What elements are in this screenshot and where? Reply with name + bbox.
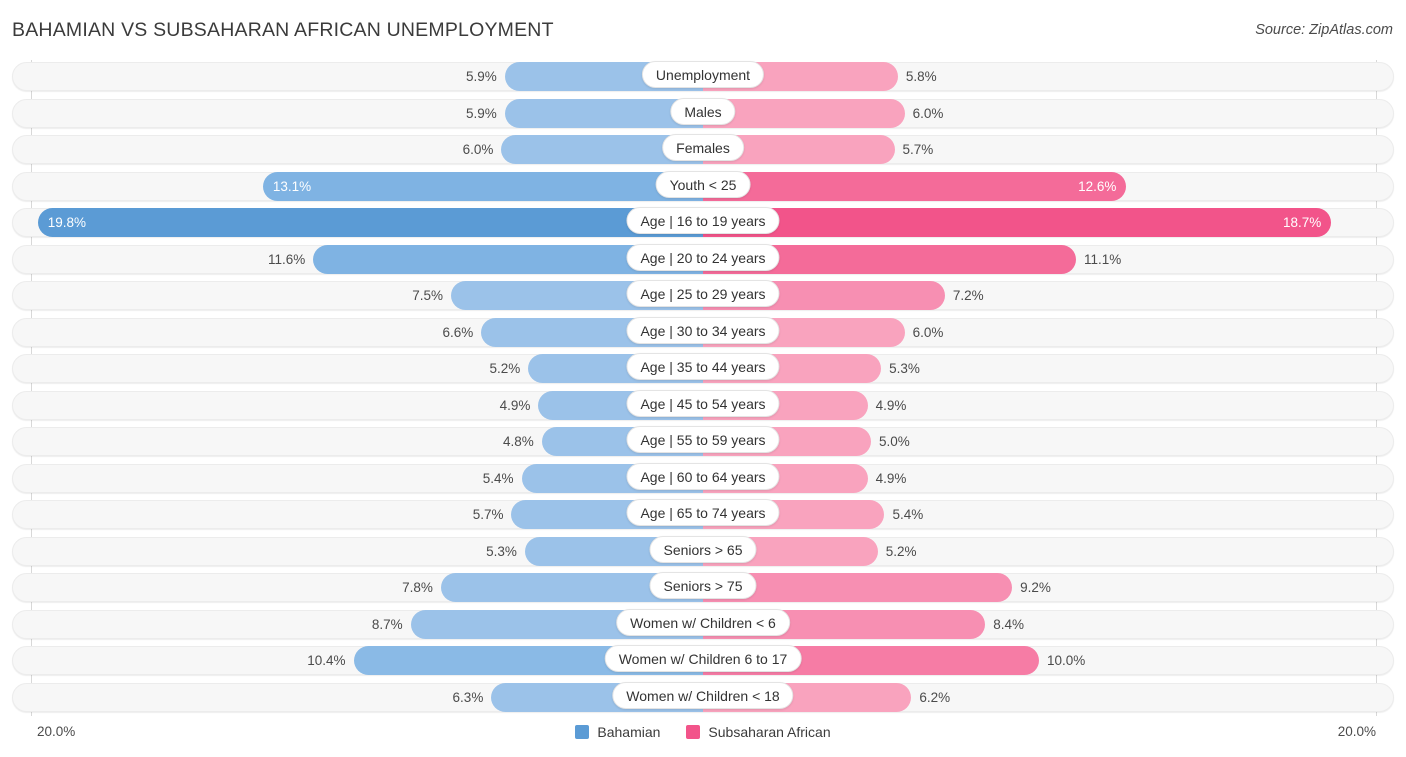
row-category-label: Youth < 25 xyxy=(655,170,751,198)
row-category-label: Age | 16 to 19 years xyxy=(626,207,780,234)
bar-row: 11.6% 11.1% Age | 20 to 24 years xyxy=(0,243,1406,280)
bar-row: 5.7% 5.4% Age | 65 to 74 years xyxy=(0,498,1406,535)
bar-value-right: 6.2% xyxy=(919,689,951,705)
bar-value-right: 4.9% xyxy=(875,470,907,486)
bar-value-right: 18.7% xyxy=(1283,215,1322,230)
bar-value-right: 5.4% xyxy=(892,507,924,522)
bar-value-right: 7.2% xyxy=(952,288,984,303)
row-category-label: Males xyxy=(670,97,736,125)
bar-row: 10.4% 10.0% Women w/ Children 6 to 17 xyxy=(0,644,1406,681)
bar-row: 13.1% 12.6% Youth < 25 xyxy=(0,170,1406,207)
bar-value-left: 5.2% xyxy=(489,361,521,376)
chart-header: BAHAMIAN VS SUBSAHARAN AFRICAN UNEMPLOYM… xyxy=(0,0,1406,60)
bar-value-left: 5.7% xyxy=(472,507,504,522)
bar-value-right: 8.4% xyxy=(993,616,1025,632)
bar-value-right: 5.3% xyxy=(889,361,920,376)
bar-row: 4.8% 5.0% Age | 55 to 59 years xyxy=(0,425,1406,462)
bar-row: 5.3% 5.2% Seniors > 65 xyxy=(0,535,1406,572)
bar-value-left: 6.3% xyxy=(452,689,484,705)
chart-container: BAHAMIAN VS SUBSAHARAN AFRICAN UNEMPLOYM… xyxy=(0,0,1406,757)
bar-right-subsaharan-african: 18.7% xyxy=(703,208,1332,237)
row-category-label: Age | 20 to 24 years xyxy=(626,243,780,271)
bar-value-right: 5.0% xyxy=(879,434,910,449)
bar-row: 7.8% 9.2% Seniors > 75 xyxy=(0,571,1406,608)
bar-value-left: 7.5% xyxy=(412,288,443,303)
bar-row: 19.8% 18.7% Age | 16 to 19 years xyxy=(0,206,1406,243)
row-category-label: Women w/ Children < 18 xyxy=(612,681,794,709)
row-category-label: Age | 45 to 54 years xyxy=(626,389,780,417)
bar-value-right: 6.0% xyxy=(912,105,944,121)
bar-value-left: 8.7% xyxy=(371,616,403,632)
bar-value-left: 7.8% xyxy=(402,580,433,595)
bar-row: 6.0% 5.7% Females xyxy=(0,133,1406,170)
bar-value-left: 6.6% xyxy=(442,324,474,340)
bar-row: 5.2% 5.3% Age | 35 to 44 years xyxy=(0,352,1406,389)
legend-item[interactable]: Bahamian xyxy=(575,724,660,740)
bar-left-bahamian: 13.1% xyxy=(262,171,703,201)
row-category-label: Age | 35 to 44 years xyxy=(626,353,780,380)
bar-row: 5.9% 6.0% Males xyxy=(0,97,1406,134)
bar-value-left: 5.9% xyxy=(465,69,497,84)
legend-item[interactable]: Subsaharan African xyxy=(686,724,831,740)
bar-value-right: 6.0% xyxy=(912,324,944,340)
bar-right-subsaharan-african: 12.6% xyxy=(703,171,1127,201)
legend-swatch-icon xyxy=(575,725,590,739)
bar-value-left: 4.9% xyxy=(499,397,531,413)
bar-value-right: 11.1% xyxy=(1083,251,1122,267)
row-category-label: Age | 60 to 64 years xyxy=(626,462,780,490)
row-category-label: Seniors > 75 xyxy=(649,572,757,599)
bar-value-left: 4.8% xyxy=(502,434,534,449)
bar-value-left: 5.4% xyxy=(482,470,514,486)
bar-value-left: 5.9% xyxy=(465,105,497,121)
row-category-label: Women w/ Children 6 to 17 xyxy=(604,645,802,672)
row-category-label: Age | 30 to 34 years xyxy=(626,316,780,344)
row-category-label: Females xyxy=(662,134,744,161)
row-category-label: Age | 25 to 29 years xyxy=(626,280,780,307)
chart-footer: 20.0% 20.0% Bahamian Subsaharan African xyxy=(0,718,1406,757)
bar-value-left: 10.4% xyxy=(307,653,346,668)
row-category-label: Unemployment xyxy=(641,61,765,88)
bar-row: 5.4% 4.9% Age | 60 to 64 years xyxy=(0,462,1406,499)
bar-left-bahamian: 19.8% xyxy=(37,208,703,237)
bar-row: 7.5% 7.2% Age | 25 to 29 years xyxy=(0,279,1406,316)
bar-row: 4.9% 4.9% Age | 45 to 54 years xyxy=(0,389,1406,426)
chart-legend: Bahamian Subsaharan African xyxy=(0,724,1406,740)
bar-value-right: 9.2% xyxy=(1020,580,1051,595)
bar-value-right: 10.0% xyxy=(1047,653,1086,668)
bar-row: 8.7% 8.4% Women w/ Children < 6 xyxy=(0,608,1406,645)
bar-value-left: 13.1% xyxy=(272,178,312,194)
bar-rows: 5.9% 5.8% Unemployment 5.9% 6.0% Males 6.0% 5.7… xyxy=(0,60,1406,717)
row-category-label: Age | 65 to 74 years xyxy=(626,499,780,526)
row-category-label: Age | 55 to 59 years xyxy=(626,426,780,453)
bar-value-right: 5.7% xyxy=(902,142,934,157)
page-title: BAHAMIAN VS SUBSAHARAN AFRICAN UNEMPLOYM… xyxy=(12,19,554,41)
row-category-label: Women w/ Children < 6 xyxy=(616,608,790,636)
bar-value-right: 5.8% xyxy=(905,69,937,84)
bar-row: 6.6% 6.0% Age | 30 to 34 years xyxy=(0,316,1406,353)
bar-value-left: 5.3% xyxy=(486,543,517,559)
legend-swatch-icon xyxy=(686,725,701,739)
bar-row: 5.9% 5.8% Unemployment xyxy=(0,60,1406,97)
bar-value-left: 6.0% xyxy=(462,142,494,157)
source-attribution: Source: ZipAtlas.com xyxy=(1255,22,1393,38)
bar-value-right: 4.9% xyxy=(875,397,907,413)
bar-row: 6.3% 6.2% Women w/ Children < 18 xyxy=(0,681,1406,718)
plot-area: 5.9% 5.8% Unemployment 5.9% 6.0% Males 6.0% 5.7… xyxy=(0,60,1406,718)
bar-value-right: 5.2% xyxy=(885,543,917,559)
legend-label: Bahamian xyxy=(597,724,661,740)
bar-value-left: 11.6% xyxy=(267,251,306,267)
row-category-label: Seniors > 65 xyxy=(649,535,757,563)
legend-label: Subsaharan African xyxy=(708,724,831,740)
bar-value-right: 12.6% xyxy=(1078,178,1117,194)
bar-value-left: 19.8% xyxy=(47,215,87,230)
